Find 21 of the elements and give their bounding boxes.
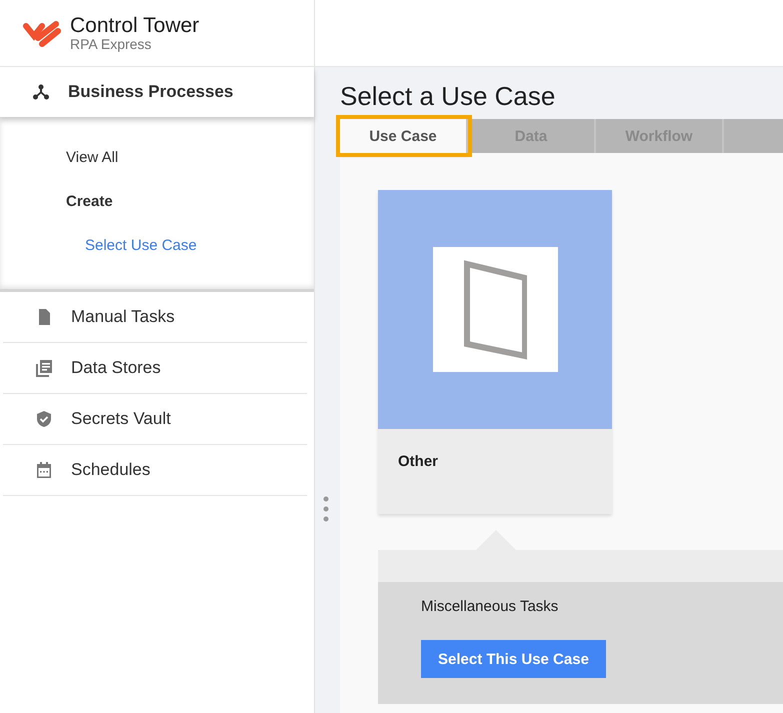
sidebar-item[interactable]: Secrets Vault	[3, 394, 307, 445]
sidebar-item[interactable]: Data Stores	[3, 343, 307, 394]
hierarchy-icon	[32, 83, 50, 101]
sidebar-item[interactable]: Business Processes	[0, 67, 314, 117]
submenu-item[interactable]: Select Use Case	[0, 223, 314, 267]
logo-icon	[22, 18, 62, 48]
use-case-label: Other	[398, 453, 438, 470]
submenu-item[interactable]: Create	[0, 179, 314, 223]
select-use-case-button[interactable]: Select This Use Case	[421, 640, 606, 678]
app-subtitle: RPA Express	[70, 36, 152, 52]
detail-title: Miscellaneous Tasks	[421, 598, 558, 615]
shield-check-icon	[35, 410, 53, 428]
sidebar-item[interactable]: Schedules	[3, 445, 307, 496]
calendar-icon	[35, 461, 53, 479]
submenu-item[interactable]: View All	[0, 135, 314, 179]
resize-handle-icon[interactable]	[323, 496, 329, 522]
page-title: Select a Use Case	[340, 80, 556, 113]
stacked-documents-icon	[35, 359, 53, 377]
sidebar-item[interactable]: Manual Tasks	[3, 292, 307, 343]
frame-icon	[463, 260, 527, 360]
app-title: Control Tower	[70, 14, 200, 36]
